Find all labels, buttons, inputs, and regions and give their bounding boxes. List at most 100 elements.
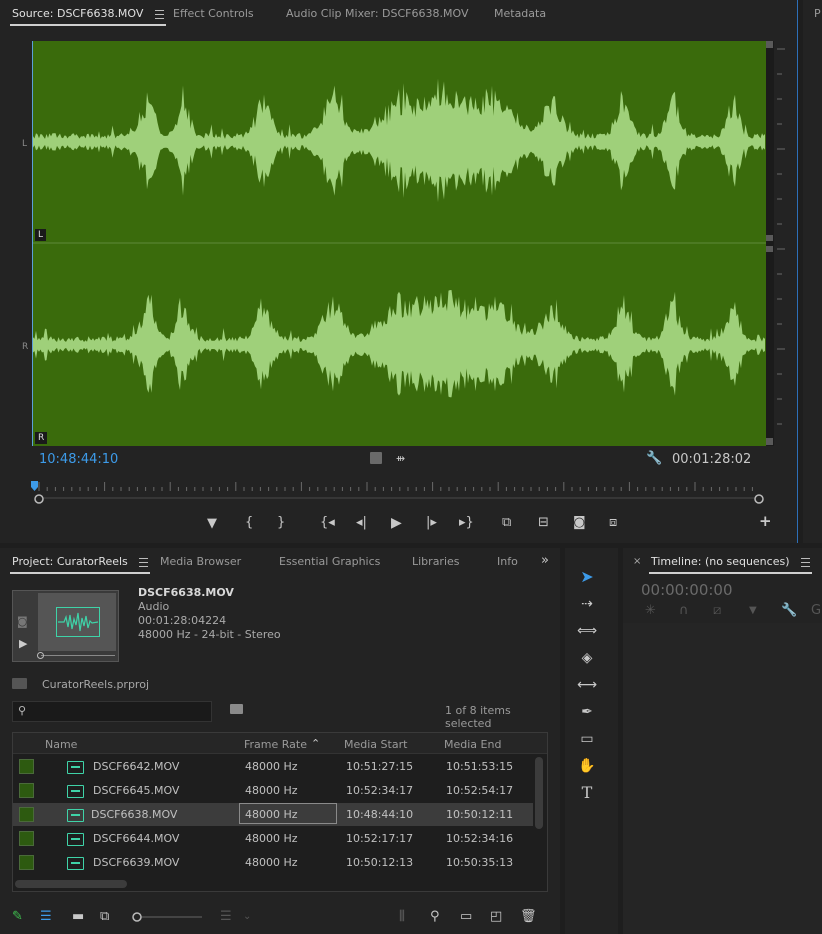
wrench-icon[interactable]: 🔧	[646, 452, 662, 466]
label-color-swatch[interactable]	[19, 759, 34, 774]
table-row[interactable]: DSCF6642.MOV 48000 Hz 10:51:27:15 10:51:53:…	[13, 755, 533, 778]
table-row[interactable]: DSCF6644.MOV 48000 Hz 10:52:17:17 10:52:34:…	[13, 827, 533, 850]
program-tab-letter[interactable]: P	[814, 7, 821, 20]
audio-waveform-display[interactable]: L R	[32, 41, 766, 446]
overwrite-icon[interactable]: ⊟	[538, 516, 549, 530]
zoom-handle-mid1[interactable]	[766, 235, 773, 241]
camera-icon[interactable]: ◙	[573, 516, 586, 530]
hand-tool-icon[interactable]: ✋	[576, 756, 598, 776]
tab-effect-controls[interactable]: Effect Controls	[173, 7, 254, 20]
mark-in-icon[interactable]: {	[245, 516, 253, 530]
timeline-timecode[interactable]: 00:00:00:00	[641, 581, 733, 599]
column-header-media-end[interactable]: Media End	[444, 738, 501, 751]
label-color-swatch[interactable]	[19, 855, 34, 870]
snap-icon[interactable]: ✳	[645, 604, 656, 618]
chevron-down-icon[interactable]: ⌄	[243, 910, 251, 924]
cell-media-end[interactable]: 10:52:34:16	[446, 832, 513, 845]
trash-icon[interactable]: 🗑	[520, 910, 537, 924]
table-row[interactable]: DSCF6639.MOV 48000 Hz 10:50:12:13 10:50:35:…	[13, 851, 533, 874]
cell-media-end[interactable]: 10:50:35:13	[446, 856, 513, 869]
go-to-in-icon[interactable]: {◂	[320, 516, 335, 530]
cell-name[interactable]: DSCF6642.MOV	[93, 760, 179, 773]
panel-menu-icon[interactable]	[801, 557, 810, 567]
label-color-swatch[interactable]	[19, 831, 34, 846]
tab-media-browser[interactable]: Media Browser	[160, 555, 241, 568]
zoom-handle-top[interactable]	[766, 41, 773, 48]
cell-name[interactable]: DSCF6645.MOV	[93, 784, 179, 797]
find-icon[interactable]: ⚲	[430, 910, 440, 924]
add-marker-icon[interactable]: ▼	[207, 517, 217, 531]
close-icon[interactable]: ×	[633, 556, 641, 567]
play-icon[interactable]: ▶	[19, 637, 27, 650]
cell-frame-rate[interactable]: 48000 Hz	[245, 784, 298, 797]
cell-media-start[interactable]: 10:50:12:13	[346, 856, 413, 869]
column-header-frame-rate[interactable]: Frame Rate	[244, 738, 307, 751]
cell-frame-rate[interactable]: 48000 Hz	[245, 856, 298, 869]
cell-media-end[interactable]: 10:51:53:15	[446, 760, 513, 773]
tab-project[interactable]: Project: CuratorReels	[9, 555, 151, 574]
wrench-icon[interactable]: 🔧	[781, 604, 797, 618]
search-input[interactable]	[33, 703, 207, 720]
selection-tool-icon[interactable]: ➤	[576, 567, 598, 587]
sort-icons-icon[interactable]: ☰	[220, 910, 232, 924]
zoom-handle-bottom[interactable]	[766, 438, 773, 445]
go-to-out-icon[interactable]: ▸}	[459, 516, 474, 530]
nest-icon[interactable]: ⧄	[713, 604, 721, 618]
preview-thumbnail[interactable]: ◙ ▶	[12, 590, 119, 662]
tab-info[interactable]: Info	[497, 555, 518, 568]
new-bin-icon[interactable]: ▭	[460, 910, 472, 924]
vertical-zoom-bar[interactable]	[766, 41, 774, 446]
search-box[interactable]: ⚲	[12, 701, 212, 722]
audio-waveform-toggle-icon[interactable]: ⇻	[396, 452, 405, 466]
tab-timeline[interactable]: Timeline: (no sequences)	[649, 555, 812, 574]
plus-icon[interactable]: +	[759, 514, 772, 529]
panel-menu-icon[interactable]	[154, 9, 164, 19]
vertical-scrollbar[interactable]	[535, 757, 543, 829]
button-editor-icon[interactable]: ⧈	[609, 516, 617, 530]
cell-frame-rate[interactable]: 48000 Hz	[245, 832, 298, 845]
automate-to-sequence-icon[interactable]: ⫼	[399, 910, 405, 924]
slip-tool-icon[interactable]: ⟷	[576, 675, 598, 695]
captions-icon[interactable]: G	[811, 604, 821, 618]
table-row[interactable]: DSCF6645.MOV 48000 Hz 10:52:34:17 10:52:54:…	[13, 779, 533, 802]
table-row[interactable]: DSCF6638.MOV 48000 Hz 10:48:44:10 10:50:12:…	[13, 803, 533, 826]
panel-menu-icon[interactable]	[139, 557, 149, 567]
zoom-handle-mid2[interactable]	[766, 246, 773, 252]
linked-selection-icon[interactable]: ∩	[679, 604, 689, 618]
tab-audio-clip-mixer[interactable]: Audio Clip Mixer: DSCF6638.MOV	[286, 7, 468, 20]
new-search-bin-icon[interactable]	[230, 704, 243, 714]
icon-view-icon[interactable]: ▬	[72, 910, 84, 924]
pen-tool-icon[interactable]: ✒	[576, 702, 598, 722]
thumbnail-scrubber-handle[interactable]	[37, 652, 44, 659]
cell-name[interactable]: DSCF6639.MOV	[93, 856, 179, 869]
tab-source[interactable]: Source: DSCF6638.MOV	[10, 7, 166, 26]
sort-ascending-icon[interactable]: ⌃	[311, 737, 320, 750]
step-forward-icon[interactable]: |▸	[426, 516, 437, 530]
column-header-media-start[interactable]: Media Start	[344, 738, 407, 751]
cell-frame-rate[interactable]: 48000 Hz	[245, 760, 298, 773]
cell-media-start[interactable]: 10:52:34:17	[346, 784, 413, 797]
more-panels-icon[interactable]: »	[541, 554, 549, 568]
horizontal-scrollbar[interactable]	[15, 880, 127, 888]
mark-out-icon[interactable]: }	[277, 516, 285, 530]
step-back-icon[interactable]: ◂|	[356, 516, 367, 530]
cell-media-start[interactable]: 10:52:17:17	[346, 832, 413, 845]
timeline-track-area[interactable]	[623, 623, 822, 934]
camera-icon[interactable]: ◙	[17, 615, 28, 628]
cell-name[interactable]: DSCF6638.MOV	[91, 808, 177, 821]
zoom-slider[interactable]	[130, 911, 204, 923]
label-color-swatch[interactable]	[19, 807, 34, 822]
cell-media-start[interactable]: 10:51:27:15	[346, 760, 413, 773]
type-tool-icon[interactable]: T	[576, 783, 598, 803]
current-timecode[interactable]: 10:48:44:10	[39, 452, 118, 467]
razor-tool-icon[interactable]: ◈	[576, 648, 598, 668]
label-color-swatch[interactable]	[19, 783, 34, 798]
drop-frame-icon[interactable]	[370, 452, 382, 464]
column-header-name[interactable]: Name	[45, 738, 77, 751]
list-view-icon[interactable]: ☰	[40, 910, 52, 924]
tab-libraries[interactable]: Libraries	[412, 555, 460, 568]
play-icon[interactable]: ▶	[391, 516, 402, 530]
pencil-icon[interactable]: ✎	[12, 910, 23, 924]
tab-essential-graphics[interactable]: Essential Graphics	[279, 555, 380, 568]
new-item-icon[interactable]: ◰	[490, 910, 502, 924]
